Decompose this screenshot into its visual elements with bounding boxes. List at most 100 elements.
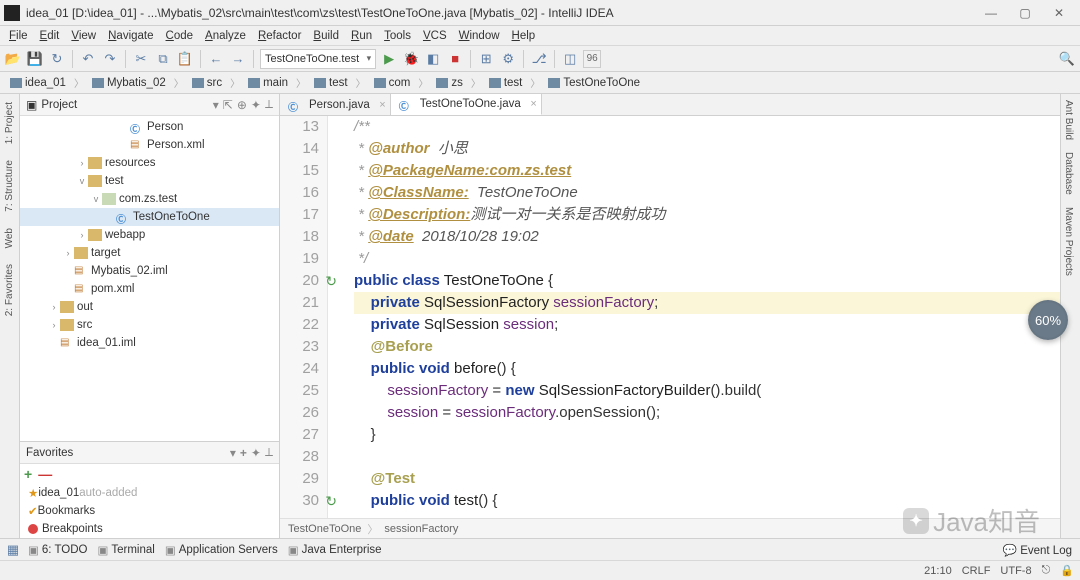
fav-hide-icon[interactable]: ⟂	[265, 445, 273, 460]
bottom-tool[interactable]: ▣ Terminal	[93, 542, 158, 558]
project-dropdown-icon[interactable]: ▾	[213, 98, 219, 112]
vcs-icon[interactable]: ⎇	[530, 50, 548, 68]
menu-analyze[interactable]: Analyze	[200, 29, 251, 43]
undo-icon[interactable]: ↶	[79, 50, 97, 68]
save-icon[interactable]: 💾	[26, 50, 44, 68]
menu-build[interactable]: Build	[308, 29, 344, 43]
hide-icon[interactable]: ⟂	[265, 97, 273, 112]
sync-icon[interactable]: ↻	[48, 50, 66, 68]
editor-crumb-item[interactable]: sessionFactory	[384, 523, 458, 535]
copy-icon[interactable]: ⧉	[154, 50, 172, 68]
left-tab[interactable]: 1: Project	[4, 98, 15, 148]
menu-help[interactable]: Help	[507, 29, 541, 43]
menu-file[interactable]: File	[4, 29, 33, 43]
left-tab[interactable]: Web	[4, 224, 15, 252]
breadcrumb-item[interactable]: test	[310, 76, 352, 90]
tree-row[interactable]: ▤idea_01.iml	[20, 334, 279, 352]
tree-row[interactable]: ›src	[20, 316, 279, 334]
breadcrumb-item[interactable]: TestOneToOne	[544, 76, 644, 90]
breadcrumb-item[interactable]: zs	[432, 76, 467, 90]
menu-window[interactable]: Window	[454, 29, 505, 43]
stop-icon[interactable]: ■	[446, 50, 464, 68]
redo-icon[interactable]: ↷	[101, 50, 119, 68]
bottom-tool[interactable]: ▣ 6: TODO	[24, 542, 91, 558]
settings-icon[interactable]: ✦	[251, 98, 261, 112]
breadcrumb-item[interactable]: src	[188, 76, 226, 90]
tree-row[interactable]: ⒸTestOneToOne	[20, 208, 279, 226]
right-tab[interactable]: Ant Build	[1061, 94, 1076, 146]
close-button[interactable]: ✕	[1042, 3, 1076, 23]
editor-tab[interactable]: ⒸPerson.java×	[280, 94, 391, 115]
refactor-icon[interactable]: ⚙	[499, 50, 517, 68]
left-tab[interactable]: 2: Favorites	[4, 260, 15, 320]
tree-row[interactable]: ⒸPerson	[20, 118, 279, 136]
tree-row[interactable]: ›out	[20, 298, 279, 316]
menu-run[interactable]: Run	[346, 29, 377, 43]
tool1-icon[interactable]: ◫	[561, 50, 579, 68]
close-tab-icon[interactable]: ×	[379, 99, 385, 111]
back-icon[interactable]: ←	[207, 50, 225, 68]
fav-dropdown-icon[interactable]: ▾	[230, 446, 236, 460]
fav-settings-icon[interactable]: ✦	[251, 446, 261, 460]
menu-code[interactable]: Code	[161, 29, 199, 43]
breadcrumb-item[interactable]: Mybatis_02	[88, 76, 170, 90]
breadcrumb-item[interactable]: test	[485, 76, 527, 90]
paste-icon[interactable]: 📋	[176, 50, 194, 68]
right-tab[interactable]: Database	[1061, 146, 1076, 201]
tree-row[interactable]: vcom.zs.test	[20, 190, 279, 208]
remove-icon[interactable]: —	[38, 466, 52, 482]
close-tab-icon[interactable]: ×	[530, 98, 536, 110]
run-icon[interactable]: ▶	[380, 50, 398, 68]
add-icon[interactable]: +	[24, 466, 32, 482]
tree-row[interactable]: vtest	[20, 172, 279, 190]
tree-row[interactable]: ›target	[20, 244, 279, 262]
tree-row[interactable]: ›webapp	[20, 226, 279, 244]
tw-icon[interactable]: ▦	[4, 541, 22, 559]
left-tab[interactable]: 7: Structure	[4, 156, 15, 216]
structure-icon[interactable]: ⊞	[477, 50, 495, 68]
collapse-icon[interactable]: ⇱	[223, 98, 233, 112]
favorite-item[interactable]: ✔ Bookmarks	[20, 502, 279, 520]
tree-row[interactable]: ›resources	[20, 154, 279, 172]
coverage-icon[interactable]: ◧	[424, 50, 442, 68]
right-tab[interactable]: Maven Projects	[1061, 201, 1076, 282]
breadcrumb-item[interactable]: com	[370, 76, 415, 90]
favorite-item[interactable]: Breakpoints	[20, 520, 279, 538]
bottom-tool[interactable]: ▣ Application Servers	[161, 542, 282, 558]
tree-row[interactable]: ▤Mybatis_02.iml	[20, 262, 279, 280]
tree-row[interactable]: ▤pom.xml	[20, 280, 279, 298]
menu-tools[interactable]: Tools	[379, 29, 416, 43]
tree-row[interactable]: ▤Person.xml	[20, 136, 279, 154]
encoding[interactable]: UTF-8	[1000, 565, 1031, 577]
favorite-item[interactable]: ★ idea_01 auto-added	[20, 484, 279, 502]
code-body[interactable]: /** * @author 小思 * @PackageName:com.zs.t…	[328, 116, 1060, 518]
breadcrumb-item[interactable]: main	[244, 76, 292, 90]
code-editor[interactable]: 131415161718192021222324252627282930 /**…	[280, 116, 1060, 518]
bottom-tool[interactable]: ▣ Java Enterprise	[284, 542, 386, 558]
event-log[interactable]: 💬 Event Log	[999, 542, 1076, 558]
breadcrumb-item[interactable]: idea_01	[6, 76, 70, 90]
left-tool-strip: 1: Project 7: Structure Web 2: Favorites	[0, 94, 20, 538]
cut-icon[interactable]: ✂	[132, 50, 150, 68]
project-tree[interactable]: ⒸPerson▤Person.xml›resourcesvtestvcom.zs…	[20, 116, 279, 441]
editor-crumb-item[interactable]: TestOneToOne	[288, 523, 361, 535]
menu-vcs[interactable]: VCS	[418, 29, 452, 43]
menu-edit[interactable]: Edit	[35, 29, 65, 43]
target-icon[interactable]: ⊕	[237, 98, 247, 112]
maximize-button[interactable]: ▢	[1008, 3, 1042, 23]
project-panel: ▣ Project ▾ ⇱ ⊕ ✦ ⟂ ⒸPerson▤Person.xml›r…	[20, 94, 280, 538]
fav-add-icon[interactable]: +	[240, 446, 247, 460]
lock-icon[interactable]: 🔒	[1060, 564, 1074, 577]
debug-icon[interactable]: 🐞	[402, 50, 420, 68]
editor-tab[interactable]: ⒸTestOneToOne.java×	[391, 94, 542, 115]
forward-icon[interactable]: →	[229, 50, 247, 68]
line-sep[interactable]: CRLF	[962, 565, 991, 577]
open-icon[interactable]: 📂	[4, 50, 22, 68]
menu-navigate[interactable]: Navigate	[103, 29, 158, 43]
menu-refactor[interactable]: Refactor	[253, 29, 306, 43]
run-config-select[interactable]: TestOneToOne.test	[260, 49, 376, 69]
minimize-button[interactable]: —	[974, 3, 1008, 23]
context-icon[interactable]: ⎋	[1042, 564, 1051, 577]
search-icon[interactable]: 🔍	[1058, 50, 1076, 68]
menu-view[interactable]: View	[66, 29, 101, 43]
